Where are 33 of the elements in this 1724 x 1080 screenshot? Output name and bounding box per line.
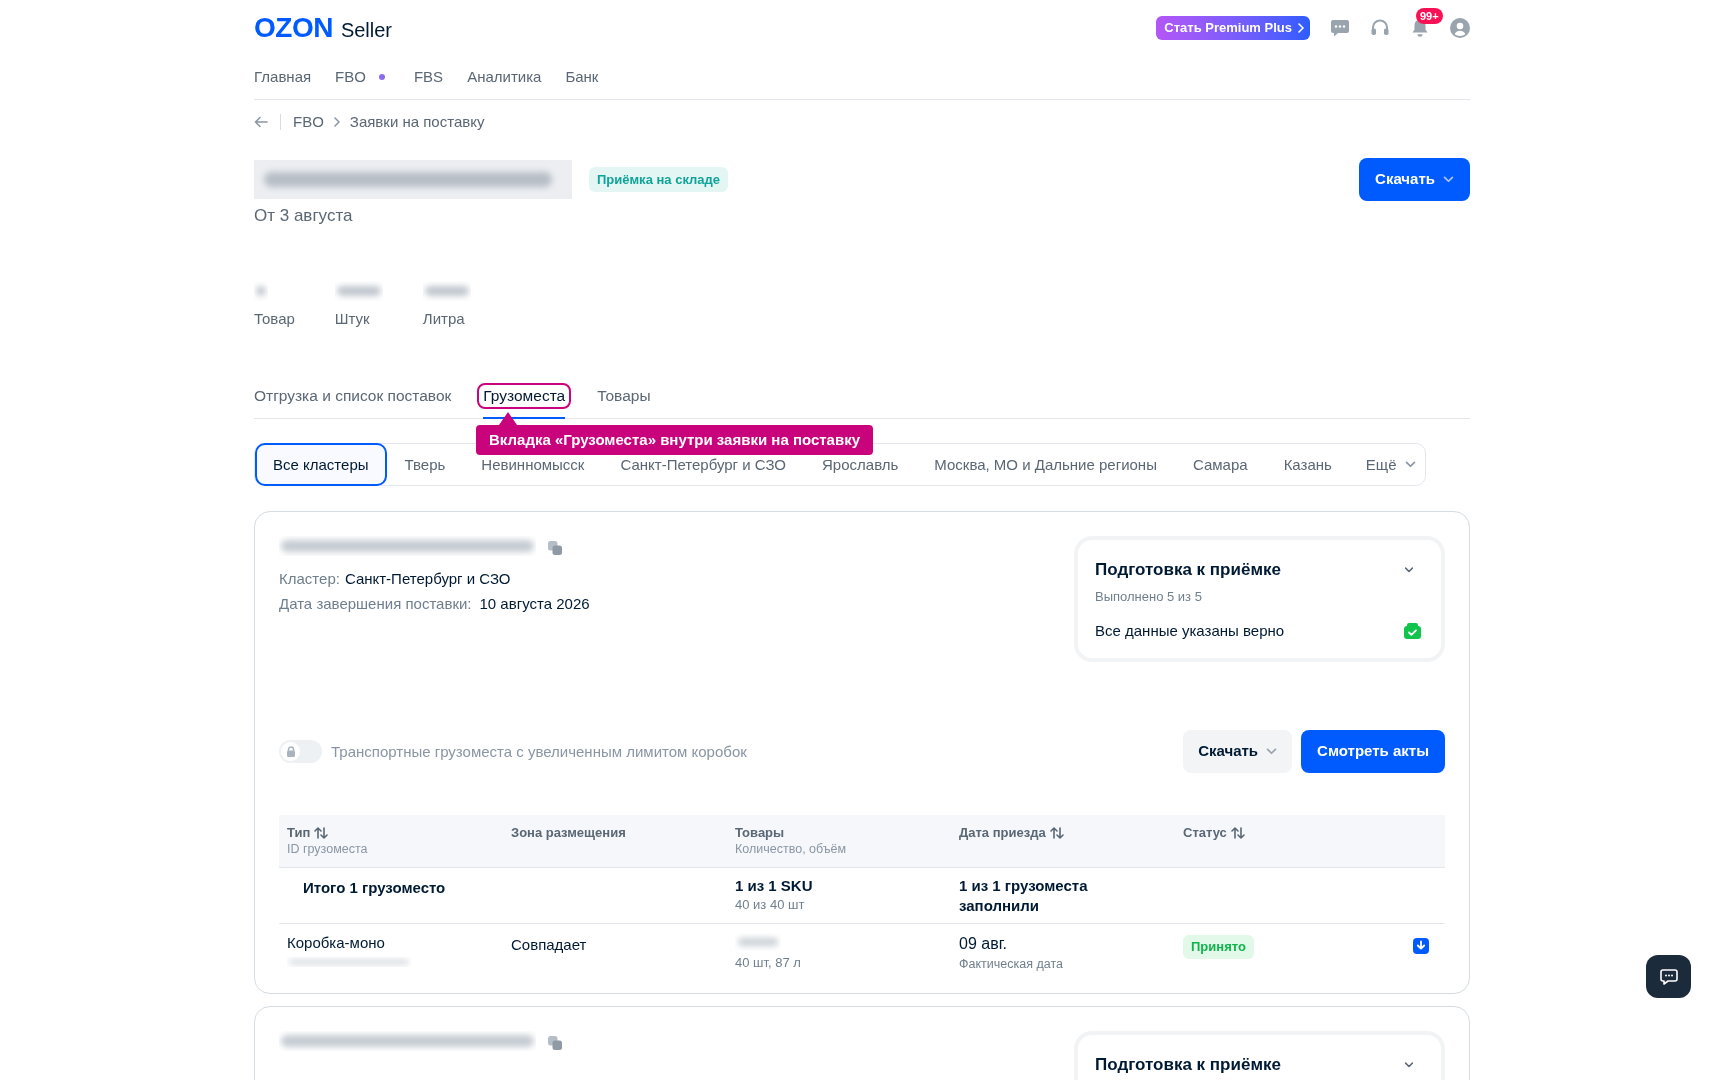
- end-date-value: 10 августа 2026: [479, 594, 590, 614]
- table-cell: Совпадает: [511, 936, 587, 953]
- table-cell: 40 из 40 шт: [735, 896, 805, 914]
- stat-label: Литра: [422, 309, 465, 329]
- table-cell-text: 09 авг.: [959, 934, 1007, 954]
- table-cell: 1 из 1 SKU: [735, 876, 813, 896]
- checklist-title: Подготовка к приёмке: [1095, 560, 1281, 580]
- table-cell: Фактическая дата: [959, 956, 1063, 973]
- notification-badge: 99+: [1416, 8, 1443, 24]
- request-date: От 3 августа: [254, 205, 354, 227]
- table-cell: Коробка-моно: [287, 933, 385, 953]
- column-title: Дата приезда: [959, 824, 1046, 841]
- column-subtitle: Количество, объём: [735, 841, 847, 858]
- toggle-label: Транспортные грузоместа с увеличенным лимитом коробок: [331, 741, 747, 762]
- cluster-label: Кластер:: [279, 569, 340, 589]
- end-date-label: Дата завершения поставки:: [279, 594, 472, 614]
- logo-label: Seller: [340, 19, 393, 41]
- checklist-item: Все данные указаны верно: [1095, 621, 1285, 641]
- checklist-title: Подготовка к приёмке: [1095, 1055, 1281, 1075]
- stat-label: Товар: [254, 309, 295, 329]
- column-title: Тип: [287, 824, 311, 841]
- cluster-value: Санкт-Петербург и СЗО: [344, 569, 511, 589]
- column-subtitle: ID грузоместа: [287, 841, 368, 858]
- completed-count: Выполнено 5 из 5: [1095, 589, 1203, 605]
- stat-label: Штук: [334, 309, 370, 329]
- column-title: Статус: [1183, 824, 1227, 841]
- column-title: Товары: [735, 824, 785, 841]
- table-cell-text: 1 из 1 грузоместа заполнили: [959, 876, 1089, 916]
- status-badge: Принято: [1183, 935, 1254, 959]
- table-cell: 40 шт, 87 л: [735, 954, 801, 972]
- table-cell: Итого 1 грузоместо: [303, 879, 446, 896]
- status-badge: Приёмка на складе: [589, 167, 729, 192]
- column-title: Зона размещения: [511, 824, 626, 841]
